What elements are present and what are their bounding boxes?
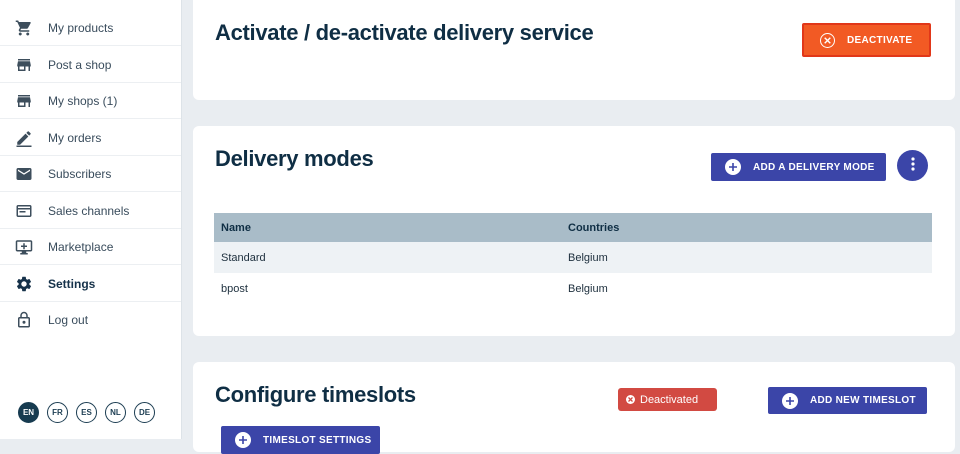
sidebar-item-label: Subscribers <box>48 166 112 181</box>
sidebar-item-my-orders[interactable]: My orders <box>0 120 181 156</box>
sidebar-item-my-products[interactable]: My products <box>0 10 181 46</box>
monitor-plus-icon <box>15 238 33 256</box>
language-es[interactable]: ES <box>76 402 97 423</box>
deactivate-label: DEACTIVATE <box>847 34 913 46</box>
deactivate-button[interactable]: DEACTIVATE <box>802 23 931 57</box>
store-icon <box>15 92 33 110</box>
sidebar-item-subscribers[interactable]: Subscribers <box>0 156 181 192</box>
lock-icon <box>15 311 33 329</box>
mail-icon <box>15 165 33 183</box>
timeslot-settings-button[interactable]: TIMESLOT SETTINGS <box>221 426 380 454</box>
sidebar-item-post-a-shop[interactable]: Post a shop <box>0 47 181 83</box>
table-row[interactable]: bpost Belgium <box>214 273 932 304</box>
status-badge-label: Deactivated <box>640 393 699 406</box>
sidebar-item-label: Marketplace <box>48 239 114 254</box>
close-circle-icon <box>626 395 635 404</box>
timeslot-settings-label: TIMESLOT SETTINGS <box>263 434 372 446</box>
sidebar-item-label: Sales channels <box>48 203 130 218</box>
more-options-button[interactable] <box>897 150 928 181</box>
column-header-countries: Countries <box>561 213 932 242</box>
sidebar-item-label: My shops (1) <box>48 93 118 108</box>
sidebar: My products Post a shop My shops (1) My … <box>0 0 182 439</box>
activate-card: Activate / de-activate delivery service … <box>193 0 955 100</box>
cell-countries: Belgium <box>561 273 932 304</box>
sidebar-item-label: Settings <box>48 276 96 291</box>
delivery-modes-card: Delivery modes ADD A DELIVERY MODE Name … <box>193 126 955 336</box>
sidebar-item-label: My orders <box>48 130 102 145</box>
delivery-modes-title: Delivery modes <box>215 146 374 171</box>
plus-circle-icon <box>782 392 798 409</box>
add-delivery-mode-button[interactable]: ADD A DELIVERY MODE <box>711 153 886 181</box>
store-icon <box>15 56 33 74</box>
table-row[interactable]: Standard Belgium <box>214 242 932 273</box>
sidebar-item-log-out[interactable]: Log out <box>0 302 181 338</box>
column-header-name: Name <box>214 213 561 242</box>
language-nl[interactable]: NL <box>105 402 126 423</box>
add-timeslot-label: ADD NEW TIMESLOT <box>810 395 916 406</box>
cart-icon <box>15 19 33 37</box>
status-badge: Deactivated <box>618 388 717 411</box>
delivery-modes-table: Name Countries Standard Belgium bpost Be… <box>214 213 932 304</box>
language-fr[interactable]: FR <box>47 402 68 423</box>
cell-countries: Belgium <box>561 242 932 273</box>
language-switcher: EN FR ES NL DE <box>18 402 155 423</box>
language-en[interactable]: EN <box>18 402 39 423</box>
language-de[interactable]: DE <box>134 402 155 423</box>
sidebar-item-my-shops[interactable]: My shops (1) <box>0 83 181 119</box>
activate-title: Activate / de-activate delivery service <box>215 20 594 45</box>
pen-icon <box>15 129 33 147</box>
close-circle-icon <box>820 32 835 48</box>
sidebar-item-label: Log out <box>48 313 89 327</box>
cell-name: bpost <box>214 273 561 304</box>
sidebar-item-settings[interactable]: Settings <box>0 266 181 302</box>
add-timeslot-button[interactable]: ADD NEW TIMESLOT <box>768 387 927 414</box>
sidebar-item-sales-channels[interactable]: Sales channels <box>0 193 181 229</box>
plus-circle-icon <box>725 159 741 175</box>
browser-icon <box>15 202 33 220</box>
timeslots-title: Configure timeslots <box>215 382 416 407</box>
sidebar-item-label: My products <box>48 20 114 35</box>
cell-name: Standard <box>214 242 561 273</box>
add-delivery-mode-label: ADD A DELIVERY MODE <box>753 161 875 173</box>
more-vertical-icon <box>910 157 915 174</box>
table-header-row: Name Countries <box>214 213 932 242</box>
plus-circle-icon <box>235 432 251 448</box>
gear-icon <box>15 275 33 293</box>
sidebar-item-label: Post a shop <box>48 57 112 72</box>
sidebar-item-marketplace[interactable]: Marketplace <box>0 229 181 265</box>
